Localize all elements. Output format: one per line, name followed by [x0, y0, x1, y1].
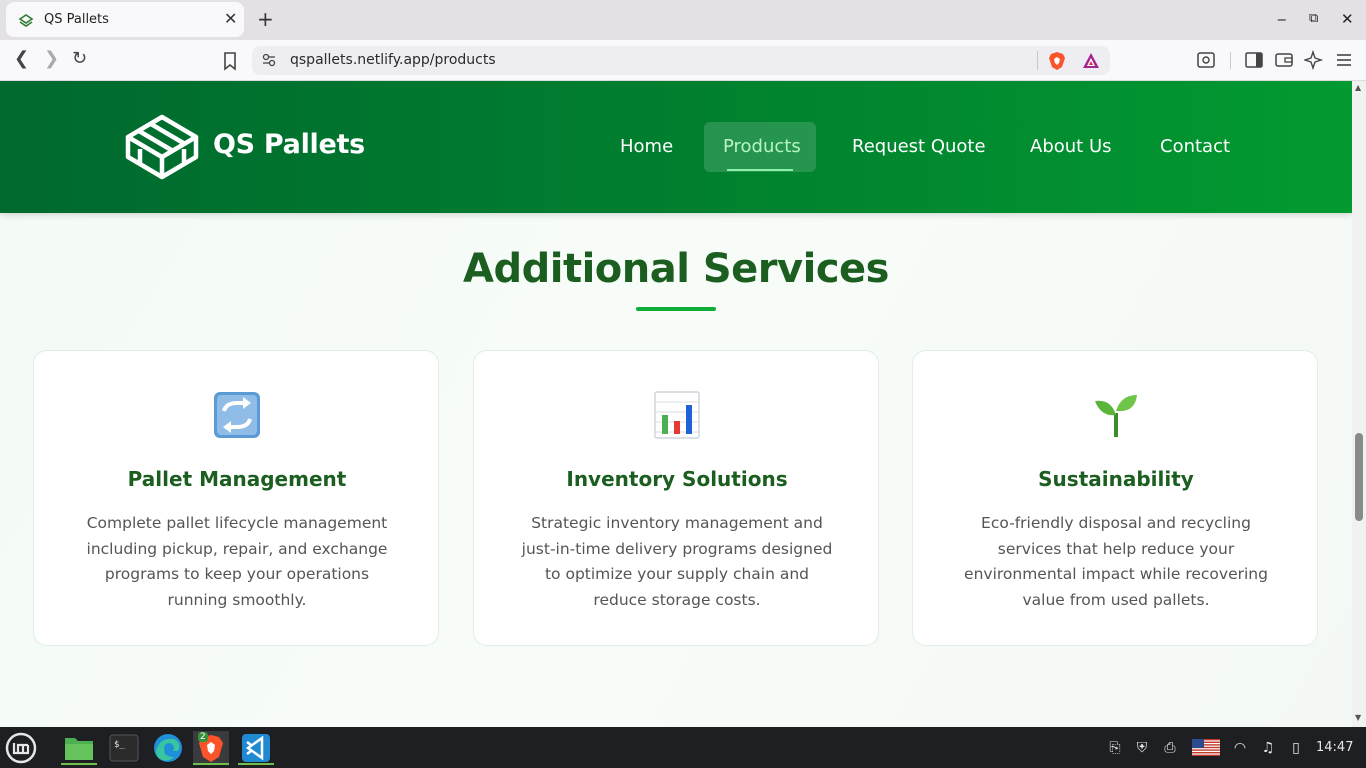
folder-icon [65, 738, 93, 760]
seedling-icon [1095, 395, 1137, 437]
nav-request-quote[interactable]: Request Quote [852, 136, 986, 157]
nav-products[interactable]: Products [723, 136, 801, 157]
tab-title: QS Pallets [44, 12, 109, 27]
us-flag-keyboard-layout-icon[interactable] [1192, 739, 1220, 756]
nav-home[interactable]: Home [620, 136, 673, 157]
bookmark-icon[interactable] [220, 51, 240, 71]
pallet-logo-icon[interactable] [124, 111, 200, 183]
music-tray-icon[interactable]: ♫ [1259, 739, 1277, 757]
terminal-icon: $_ [109, 734, 139, 762]
maximize-icon[interactable]: ⧉ [1309, 9, 1318, 29]
shield-tray-icon[interactable]: ⛨ [1133, 739, 1151, 757]
recycle-arrows-icon [214, 392, 260, 438]
reload-icon[interactable]: ↻ [72, 49, 87, 69]
service-card-inventory-solutions: Inventory Solutions Strategic inventory … [473, 350, 879, 646]
menu-icon[interactable] [1334, 50, 1354, 70]
taskbar-terminal[interactable]: $_ [106, 731, 142, 765]
leo-ai-icon[interactable] [1304, 50, 1324, 70]
card-description: Eco-friendly disposal and recycling serv… [964, 514, 1268, 609]
vscode-icon [242, 734, 270, 762]
toolbar-divider [1230, 52, 1231, 69]
close-window-icon[interactable]: ✕ [1341, 9, 1354, 29]
site-header: QS Pallets Home Products Request Quote A… [0, 81, 1352, 213]
wifi-tray-icon[interactable]: ◠ [1231, 739, 1249, 757]
browser-tab[interactable]: QS Pallets ✕ [6, 2, 244, 37]
os-taskbar: $_ 2 ⎘ ⛨ ⎙ ◠ ♫ ▯ 14:47 [0, 727, 1366, 768]
browser-tab-bar: QS Pallets ✕ + ‒ ⧉ ✕ [0, 0, 1366, 40]
nav-contact[interactable]: Contact [1160, 136, 1230, 157]
pallet-favicon-icon [18, 14, 34, 27]
new-tab-icon[interactable]: + [257, 8, 274, 30]
scroll-thumb[interactable] [1355, 433, 1363, 521]
taskbar-files[interactable] [61, 731, 97, 765]
taskbar-edge[interactable] [150, 731, 186, 765]
active-indicator [61, 763, 97, 765]
url-divider [1037, 51, 1038, 70]
browser-toolbar: ❮ ❯ ↻ qspallets.netlify.app/products [0, 40, 1366, 81]
brave-shields-icon[interactable] [1048, 51, 1066, 71]
taskbar-vscode[interactable] [238, 731, 274, 765]
sidebar-icon[interactable] [1244, 50, 1264, 70]
edge-browser-icon [154, 734, 182, 762]
web-page: QS Pallets Home Products Request Quote A… [0, 81, 1352, 727]
taskbar-brave[interactable]: 2 [193, 731, 229, 765]
wallet-icon[interactable] [1274, 50, 1294, 70]
card-description: Strategic inventory management and just-… [521, 514, 833, 609]
site-logo-text[interactable]: QS Pallets [213, 129, 365, 160]
clipboard-tray-icon[interactable]: ⎘ [1106, 739, 1124, 757]
card-title: Pallet Management [127, 467, 347, 491]
nav-active-underline [727, 169, 793, 171]
url-text: qspallets.netlify.app/products [290, 52, 496, 68]
back-icon[interactable]: ❮ [14, 49, 29, 69]
forward-icon[interactable]: ❯ [44, 49, 59, 69]
card-title: Sustainability [1038, 467, 1194, 491]
card-description: Complete pallet lifecycle management inc… [86, 514, 388, 609]
site-settings-icon[interactable] [262, 53, 276, 67]
scroll-up-icon[interactable]: ▲ [1355, 83, 1361, 92]
active-indicator [238, 763, 274, 765]
tab-close-icon[interactable]: ✕ [224, 10, 237, 28]
taskbar-clock[interactable]: 14:47 [1316, 740, 1353, 755]
service-card-sustainability: Sustainability Eco-friendly disposal and… [912, 350, 1318, 646]
linux-mint-menu-icon[interactable] [4, 732, 38, 764]
svg-text:$_: $_ [114, 740, 125, 750]
card-title: Inventory Solutions [566, 467, 788, 491]
reader-mode-icon[interactable] [1196, 50, 1216, 70]
brave-rewards-icon[interactable] [1082, 52, 1100, 69]
battery-tray-icon[interactable]: ▯ [1287, 739, 1305, 757]
active-indicator [193, 763, 229, 765]
page-scrollbar[interactable]: ▲ ▼ [1352, 81, 1366, 727]
bar-chart-icon [654, 391, 700, 439]
minimize-icon[interactable]: ‒ [1277, 9, 1287, 29]
nav-about-us[interactable]: About Us [1030, 136, 1112, 157]
scroll-down-icon[interactable]: ▼ [1355, 713, 1361, 722]
address-bar[interactable]: qspallets.netlify.app/products [252, 46, 1110, 75]
window-count-badge: 2 [198, 732, 208, 742]
printer-tray-icon[interactable]: ⎙ [1161, 739, 1179, 757]
section-title: Additional Services [463, 246, 889, 292]
service-card-pallet-management: Pallet Management Complete pallet lifecy… [33, 350, 439, 646]
title-underline [636, 307, 716, 311]
